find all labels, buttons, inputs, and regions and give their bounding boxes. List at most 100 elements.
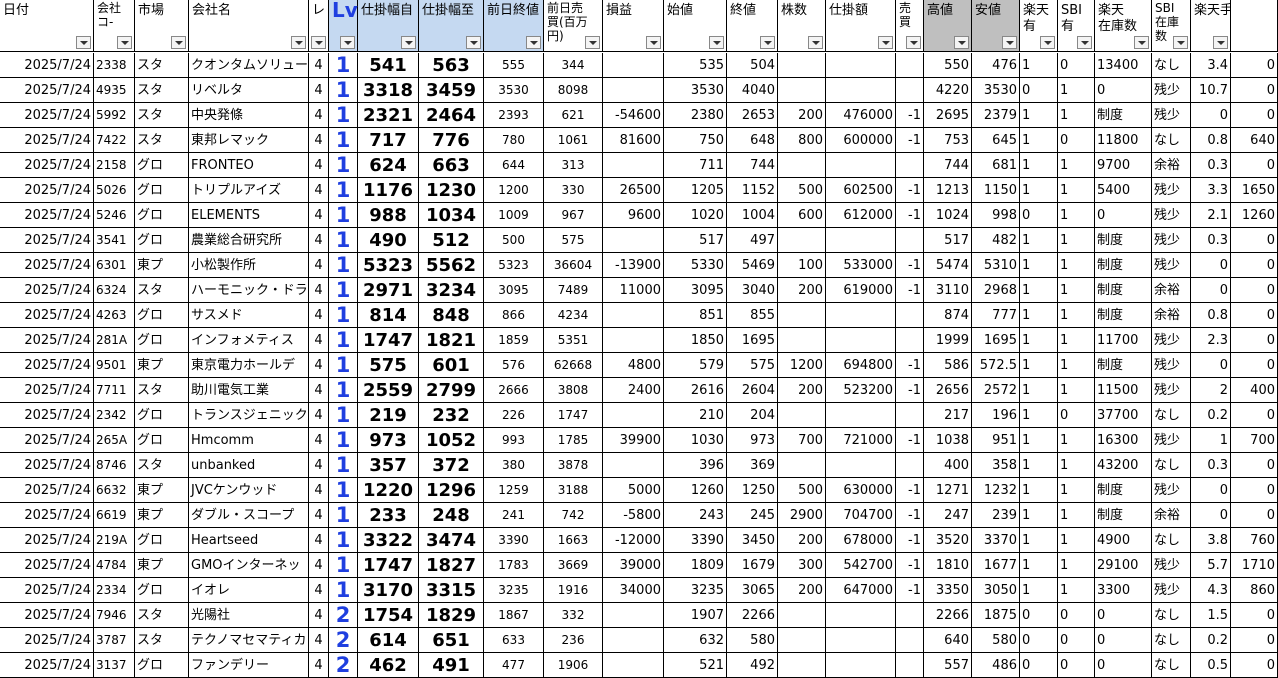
cell-shares[interactable]: 700: [778, 428, 826, 453]
cell-open[interactable]: 535: [664, 53, 727, 78]
cell-sell[interactable]: [896, 603, 924, 628]
cell-stock[interactable]: 11800: [1095, 128, 1152, 153]
cell-sbi[interactable]: 1: [1058, 328, 1095, 353]
cell-stock[interactable]: 11700: [1095, 328, 1152, 353]
cell-rakuten[interactable]: 1: [1020, 353, 1058, 378]
filter-dropdown-icon[interactable]: [1040, 36, 1055, 49]
cell-shares[interactable]: 1200: [778, 353, 826, 378]
cell-to[interactable]: 5562: [419, 253, 484, 278]
filter-dropdown-icon[interactable]: [401, 36, 416, 49]
cell-code[interactable]: 6632: [94, 478, 135, 503]
cell-stock[interactable]: 制度: [1095, 228, 1152, 253]
cell-prev_vol[interactable]: 7489: [544, 278, 603, 303]
cell-lev[interactable]: 4: [309, 503, 329, 528]
cell-prev_vol[interactable]: 1663: [544, 528, 603, 553]
filter-dropdown-icon[interactable]: [526, 36, 541, 49]
cell-rakuten[interactable]: 1: [1020, 503, 1058, 528]
cell-amount[interactable]: [826, 603, 896, 628]
cell-fee[interactable]: 2.3: [1191, 328, 1231, 353]
cell-fee[interactable]: 2.1: [1191, 203, 1231, 228]
cell-shares[interactable]: [778, 628, 826, 653]
cell-to[interactable]: 232: [419, 403, 484, 428]
cell-rakuten[interactable]: 0: [1020, 78, 1058, 103]
cell-from[interactable]: 462: [358, 653, 419, 678]
cell-rakuten[interactable]: 1: [1020, 103, 1058, 128]
cell-stock[interactable]: 43200: [1095, 453, 1152, 478]
cell-low[interactable]: 2572: [972, 378, 1020, 403]
cell-to[interactable]: 1034: [419, 203, 484, 228]
cell-lv[interactable]: 2: [329, 653, 358, 678]
cell-from[interactable]: 1754: [358, 603, 419, 628]
cell-market[interactable]: スタ: [135, 128, 189, 153]
cell-lev[interactable]: 4: [309, 78, 329, 103]
cell-extra[interactable]: 760: [1231, 528, 1278, 553]
cell-lv[interactable]: 1: [329, 253, 358, 278]
cell-lev[interactable]: 4: [309, 403, 329, 428]
cell-code[interactable]: 265A: [94, 428, 135, 453]
cell-fee[interactable]: 0: [1191, 103, 1231, 128]
cell-low[interactable]: 358: [972, 453, 1020, 478]
cell-name[interactable]: 小松製作所: [189, 253, 309, 278]
cell-sbi[interactable]: 1: [1058, 553, 1095, 578]
cell-shares[interactable]: [778, 403, 826, 428]
cell-amount[interactable]: 600000: [826, 128, 896, 153]
filter-dropdown-icon[interactable]: [171, 36, 186, 49]
cell-lev[interactable]: 4: [309, 628, 329, 653]
cell-to[interactable]: 651: [419, 628, 484, 653]
cell-from[interactable]: 3170: [358, 578, 419, 603]
cell-sell[interactable]: -1: [896, 278, 924, 303]
cell-stock[interactable]: 0: [1095, 78, 1152, 103]
cell-sbi[interactable]: 1: [1058, 353, 1095, 378]
cell-sell[interactable]: -1: [896, 103, 924, 128]
cell-close[interactable]: 1695: [727, 328, 778, 353]
cell-fee[interactable]: 1.5: [1191, 603, 1231, 628]
cell-rakuten[interactable]: 1: [1020, 328, 1058, 353]
cell-rakuten[interactable]: 1: [1020, 528, 1058, 553]
cell-extra[interactable]: 0: [1231, 653, 1278, 678]
cell-lev[interactable]: 4: [309, 53, 329, 78]
cell-low[interactable]: 486: [972, 653, 1020, 678]
cell-name[interactable]: 中央発條: [189, 103, 309, 128]
cell-fee[interactable]: 0: [1191, 353, 1231, 378]
cell-market[interactable]: グロ: [135, 328, 189, 353]
cell-name[interactable]: サスメド: [189, 303, 309, 328]
cell-lev[interactable]: 4: [309, 153, 329, 178]
cell-pl[interactable]: 39000: [603, 553, 664, 578]
cell-prev_vol[interactable]: 62668: [544, 353, 603, 378]
cell-prev_close[interactable]: 780: [484, 128, 544, 153]
cell-open[interactable]: 750: [664, 128, 727, 153]
cell-lv[interactable]: 1: [329, 453, 358, 478]
cell-high[interactable]: 1024: [924, 203, 972, 228]
cell-to[interactable]: 512: [419, 228, 484, 253]
cell-name[interactable]: クオンタムソリュー: [189, 53, 309, 78]
cell-rakuten[interactable]: 1: [1020, 128, 1058, 153]
cell-fee[interactable]: 0.8: [1191, 128, 1231, 153]
cell-prev_vol[interactable]: 3188: [544, 478, 603, 503]
cell-close[interactable]: 744: [727, 153, 778, 178]
cell-pl[interactable]: [603, 78, 664, 103]
cell-stock[interactable]: 0: [1095, 628, 1152, 653]
cell-from[interactable]: 624: [358, 153, 419, 178]
cell-code[interactable]: 3137: [94, 653, 135, 678]
cell-sell[interactable]: [896, 653, 924, 678]
cell-amount[interactable]: [826, 53, 896, 78]
cell-market[interactable]: 東プ: [135, 503, 189, 528]
filter-dropdown-icon[interactable]: [585, 36, 600, 49]
cell-market[interactable]: 東プ: [135, 553, 189, 578]
cell-sell[interactable]: -1: [896, 178, 924, 203]
cell-prev_vol[interactable]: 621: [544, 103, 603, 128]
cell-extra[interactable]: 0: [1231, 353, 1278, 378]
cell-close[interactable]: 973: [727, 428, 778, 453]
cell-lv[interactable]: 1: [329, 303, 358, 328]
cell-lv[interactable]: 1: [329, 53, 358, 78]
cell-date[interactable]: 2025/7/24: [0, 203, 94, 228]
cell-sbi[interactable]: 1: [1058, 253, 1095, 278]
cell-rakuten[interactable]: 1: [1020, 478, 1058, 503]
cell-code[interactable]: 4935: [94, 78, 135, 103]
cell-fee[interactable]: 0.2: [1191, 628, 1231, 653]
cell-rakuten[interactable]: 0: [1020, 603, 1058, 628]
filter-dropdown-icon[interactable]: [760, 36, 775, 49]
cell-lv[interactable]: 1: [329, 178, 358, 203]
cell-close[interactable]: 2653: [727, 103, 778, 128]
cell-lv[interactable]: 1: [329, 278, 358, 303]
